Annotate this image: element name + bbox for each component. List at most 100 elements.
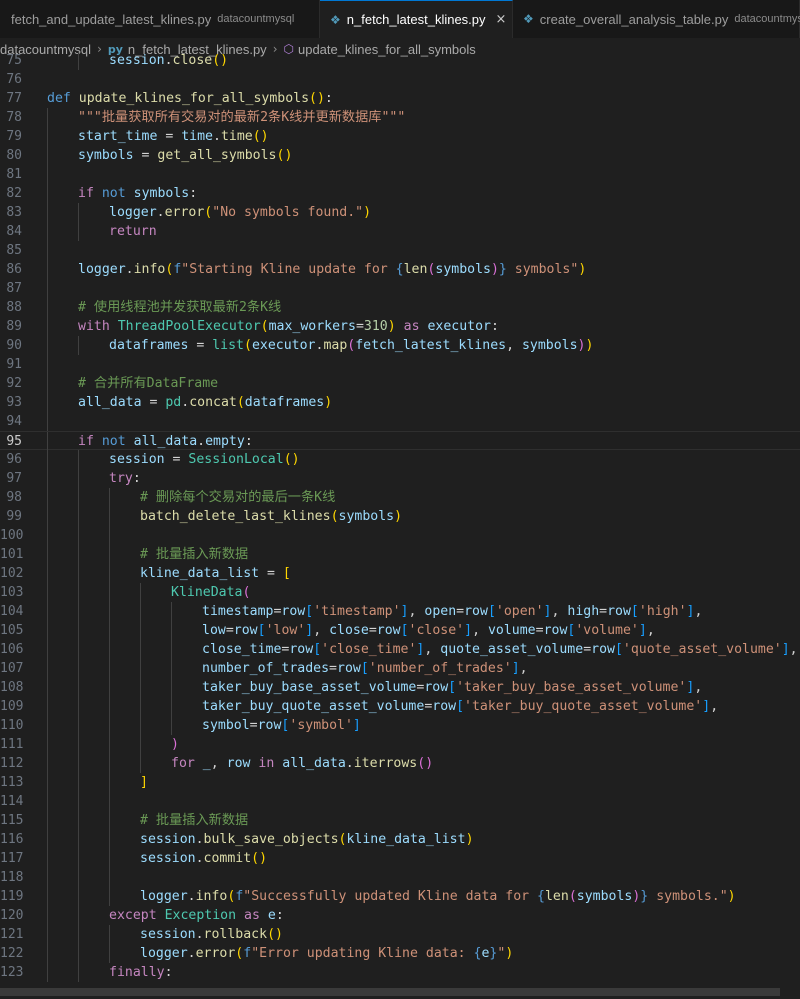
close-icon[interactable]: × — [496, 12, 507, 27]
indent-guide — [78, 906, 79, 925]
code-line[interactable]: 88 # 使用线程池并发获取最新2条K线 — [0, 298, 800, 317]
code-token: timestamp — [202, 604, 274, 619]
code-token: ) — [490, 262, 499, 277]
code-line[interactable]: 116 session.bulk_save_objects(kline_data_… — [0, 830, 800, 849]
code-token: = — [329, 661, 337, 676]
code-line[interactable]: 112 for _, row in all_data.iterrows() — [0, 754, 800, 773]
code-line[interactable]: 87 — [0, 279, 800, 298]
code-text: timestamp=row['timestamp'], open=row['op… — [202, 602, 702, 621]
code-line[interactable]: 111) — [0, 735, 800, 754]
line-number: 105 — [0, 623, 24, 638]
code-token: ( — [568, 889, 577, 904]
code-token: () — [251, 851, 268, 866]
line-number: 92 — [6, 376, 22, 391]
code-line[interactable]: 113] — [0, 773, 800, 792]
code-line[interactable]: 107 number_of_trades=row['number_of_trade… — [0, 659, 800, 678]
code-line[interactable]: 120 except Exception as e: — [0, 906, 800, 925]
indent-guide — [78, 564, 79, 583]
code-token: # 批量插入新数据 — [140, 813, 249, 828]
code-token: { — [395, 262, 404, 277]
code-token: kline_data_list — [140, 566, 260, 581]
code-line[interactable]: 99 batch_delete_last_klines(symbols) — [0, 507, 800, 526]
code-token: symbols — [521, 338, 578, 353]
code-token: ( — [260, 319, 269, 334]
code-token: () — [267, 927, 283, 942]
code-line[interactable]: 78 """批量获取所有交易对的最新2条K线并更新数据库""" — [0, 108, 800, 127]
code-line[interactable]: 96 session = SessionLocal() — [0, 450, 800, 469]
code-line[interactable]: 104 timestamp=row['timestamp'], open=row[… — [0, 602, 800, 621]
code-line[interactable]: 84 return — [0, 222, 800, 241]
code-line[interactable]: 123 finally: — [0, 963, 800, 982]
code-token: row — [233, 623, 258, 638]
code-line[interactable]: 76 — [0, 70, 800, 89]
code-line[interactable]: 105 low=row['low'], close=row['close'], v… — [0, 621, 800, 640]
code-line[interactable]: 95 if not all_data.empty: — [0, 431, 800, 451]
line-number: 114 — [0, 794, 24, 809]
code-line[interactable]: 100 — [0, 526, 800, 545]
code-line[interactable]: 81 — [0, 165, 800, 184]
code-line[interactable]: 106 close_time=row['close_time'], quote_a… — [0, 640, 800, 659]
code-token: SessionLocal — [188, 452, 284, 467]
indent-guide — [47, 602, 48, 621]
code-token: : — [132, 471, 141, 486]
code-line[interactable]: 114 — [0, 792, 800, 811]
line-number: 102 — [0, 566, 24, 581]
code-line[interactable]: 92 # 合并所有DataFrame — [0, 374, 800, 393]
code-line[interactable]: 83 logger.error("No symbols found.") — [0, 203, 800, 222]
code-line[interactable]: 118 — [0, 868, 800, 887]
code-line[interactable]: 85 — [0, 241, 800, 260]
code-token: number_of_trades — [202, 661, 330, 676]
code-line[interactable]: 119 logger.info(f"Successfully updated Kl… — [0, 887, 800, 906]
code-token: Exception — [164, 908, 237, 923]
code-line[interactable]: 97 try: — [0, 469, 800, 488]
code-line[interactable]: 115 # 批量插入新数据 — [0, 811, 800, 830]
indent-guide — [109, 887, 110, 906]
code-line[interactable]: 117 session.commit() — [0, 849, 800, 868]
code-token: [ — [257, 623, 266, 638]
editor-tab[interactable]: fetch_and_update_latest_klines.py datacou… — [0, 0, 320, 38]
editor-tab[interactable]: ❖ create_overall_analysis_table.py datacou… — [513, 0, 800, 38]
code-line[interactable]: 80 symbols = get_all_symbols() — [0, 146, 800, 165]
code-token: bulk_save_objects — [203, 832, 339, 847]
code-line[interactable]: 82 if not symbols: — [0, 184, 800, 203]
code-line[interactable]: 109 taker_buy_quote_asset_volume=row['tak… — [0, 697, 800, 716]
code-line[interactable]: 102 kline_data_list = [ — [0, 564, 800, 583]
code-line[interactable]: 86 logger.info(f"Starting Kline update fo… — [0, 260, 800, 279]
code-text: # 删除每个交易对的最后一条K线 — [140, 488, 335, 507]
code-line[interactable]: 91 — [0, 355, 800, 374]
code-line[interactable]: 101 # 批量插入新数据 — [0, 545, 800, 564]
indent-guide — [78, 773, 79, 792]
code-token: = — [188, 338, 213, 353]
code-token: = — [259, 566, 283, 581]
code-token: = — [583, 642, 592, 657]
code-line[interactable]: 98 # 删除每个交易对的最后一条K线 — [0, 488, 800, 507]
code-token: . — [197, 434, 206, 449]
editor-tab[interactable]: ❖ n_fetch_latest_klines.py × — [320, 0, 513, 38]
code-line[interactable]: 110 symbol=row['symbol'] — [0, 716, 800, 735]
code-token: () — [212, 53, 229, 68]
code-token: 'close' — [408, 623, 465, 638]
code-line[interactable]: 103 KlineData( — [0, 583, 800, 602]
code-line[interactable]: 94 — [0, 412, 800, 431]
scrollbar-thumb[interactable] — [0, 988, 780, 996]
code-line[interactable]: 77 def update_klines_for_all_symbols(): — [0, 89, 800, 108]
code-line[interactable]: 122 logger.error(f"Error updating Kline d… — [0, 944, 800, 963]
code-token: ) — [363, 205, 372, 220]
code-line[interactable]: 89 with ThreadPoolExecutor(max_workers=31… — [0, 317, 800, 336]
indent-guide — [171, 716, 172, 735]
code-line[interactable]: 79 start_time = time.time() — [0, 127, 800, 146]
code-line[interactable]: 93 all_data = pd.concat(dataframes) — [0, 393, 800, 412]
code-line[interactable]: 121 session.rollback() — [0, 925, 800, 944]
code-token: . — [195, 851, 204, 866]
code-token: low — [202, 623, 226, 638]
indent-guide — [47, 678, 48, 697]
code-token: = — [157, 129, 182, 144]
code-token: row — [424, 680, 449, 695]
horizontal-scrollbar[interactable] — [0, 984, 800, 999]
code-line[interactable]: 75 session.close() — [0, 51, 800, 70]
code-editor[interactable]: 75 session.close() 76 77 def update_klines_f… — [0, 51, 800, 984]
code-token: , — [710, 699, 719, 714]
indent-guide — [78, 450, 79, 469]
code-line[interactable]: 90 dataframes = list(executor.map(fetch_l… — [0, 336, 800, 355]
code-line[interactable]: 108 taker_buy_base_asset_volume=row['take… — [0, 678, 800, 697]
